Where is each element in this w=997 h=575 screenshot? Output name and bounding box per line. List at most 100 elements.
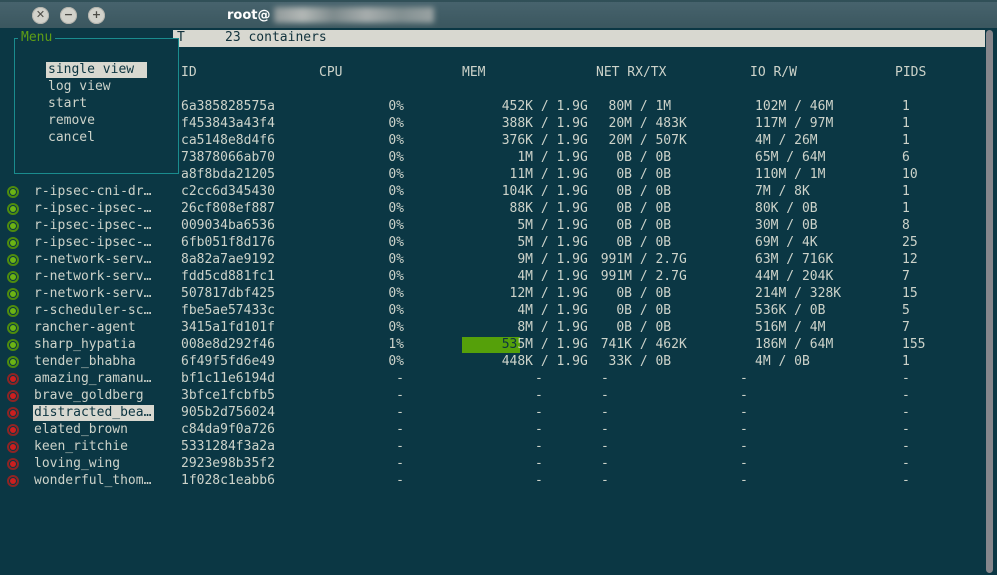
mem-value: 9M	[433, 252, 533, 268]
net-tx-value: / 462K	[632, 337, 687, 353]
net-rx-value: 0B	[532, 218, 632, 234]
net-value: -	[601, 439, 609, 455]
io-value: 117M / 97M	[755, 116, 833, 132]
net-rx-value: 991M	[532, 252, 632, 268]
cpu-value: 0%	[304, 167, 404, 183]
mem-value: -	[535, 371, 543, 387]
maximize-button[interactable]: +	[88, 7, 105, 24]
net-value: -	[601, 456, 609, 472]
net-tx-value: / 0B	[632, 201, 671, 217]
container-id: fbe5ae57433c	[181, 303, 275, 319]
io-value: -	[740, 456, 748, 472]
pids-value: 8	[902, 218, 910, 234]
container-name: r-ipsec-ipsec-…	[34, 235, 151, 251]
terminal-window: ✕ − + root@ T 23 containers ID CPU MEM N…	[0, 0, 997, 575]
container-id: 3bfce1fcbfb5	[181, 388, 275, 404]
table-row[interactable]: r-ipsec-ipsec-…009034ba65360%5M / 1.9G0B…	[0, 218, 997, 235]
cpu-value: 0%	[304, 201, 404, 217]
io-value: 186M / 64M	[755, 337, 833, 353]
table-row[interactable]: loving_wing2923e98b35f2-----	[0, 456, 997, 473]
container-name: r-scheduler-sc…	[34, 303, 151, 319]
mem-value: 376K	[433, 133, 533, 149]
table-row[interactable]: r-ipsec-ipsec-…26cf808ef8870%88K / 1.9G0…	[0, 201, 997, 218]
io-value: 536K / 0B	[755, 303, 825, 319]
net-tx-value: / 0B	[632, 167, 671, 183]
table-row[interactable]: elated_brownc84da9f0a726-----	[0, 422, 997, 439]
net-rx-value: 0B	[532, 303, 632, 319]
window-title-text: root@	[227, 8, 271, 23]
mem-value: 104K	[433, 184, 533, 200]
net-rx-value: 20M	[532, 116, 632, 132]
status-icon-stopped	[7, 390, 19, 402]
pids-value: 1	[902, 354, 910, 370]
menu-item-start[interactable]: start	[48, 96, 87, 112]
container-name: amazing_ramanu…	[34, 371, 151, 387]
scrollbar[interactable]	[986, 30, 993, 573]
redacted-hostname	[274, 7, 434, 23]
pids-value: -	[902, 371, 910, 387]
table-row[interactable]: distracted_bea…905b2d756024-----	[0, 405, 997, 422]
table-row[interactable]: rancher-agent3415a1fd101f0%8M / 1.9G0B /…	[0, 320, 997, 337]
table-row[interactable]: r-network-serv…8a82a7ae91920%9M / 1.9G99…	[0, 252, 997, 269]
status-icon-running	[7, 322, 19, 334]
mem-value: 388K	[433, 116, 533, 132]
table-row[interactable]: sharp_hypatia008e8d292f461%535M / 1.9G74…	[0, 337, 997, 354]
menu-item-single-view[interactable]: single view	[46, 62, 147, 78]
pids-value: 5	[902, 303, 910, 319]
status-icon-running	[7, 271, 19, 283]
status-icon-running	[7, 186, 19, 198]
cpu-value: 0%	[304, 150, 404, 166]
table-row[interactable]: r-scheduler-sc…fbe5ae57433c0%4M / 1.9G0B…	[0, 303, 997, 320]
io-value: 102M / 46M	[755, 99, 833, 115]
net-rx-value: 20M	[532, 133, 632, 149]
net-rx-value: 0B	[532, 167, 632, 183]
cpu-value: 0%	[304, 218, 404, 234]
table-row[interactable]: r-network-serv…fdd5cd881fc10%4M / 1.9G99…	[0, 269, 997, 286]
mem-value: 88K	[433, 201, 533, 217]
net-tx-value: / 0B	[632, 320, 671, 336]
io-value: 44M / 204K	[755, 269, 833, 285]
container-id: 6f49f5fd6e49	[181, 354, 275, 370]
container-id: bf1c11e6194d	[181, 371, 275, 387]
table-row[interactable]: keen_ritchie5331284f3a2a-----	[0, 439, 997, 456]
table-row[interactable]: r-ipsec-cni-dr…c2cc6d3454300%104K / 1.9G…	[0, 184, 997, 201]
container-name: distracted_bea…	[33, 405, 154, 421]
cpu-value: 0%	[304, 235, 404, 251]
container-id: c2cc6d345430	[181, 184, 275, 200]
window-title: root@	[227, 7, 434, 23]
status-icon-stopped	[7, 441, 19, 453]
net-tx-value: / 483K	[632, 116, 687, 132]
cpu-value: -	[304, 456, 404, 472]
container-id: 5331284f3a2a	[181, 439, 275, 455]
container-id: 6fb051f8d176	[181, 235, 275, 251]
io-value: 65M / 64M	[755, 150, 825, 166]
net-rx-value: 0B	[532, 184, 632, 200]
table-row[interactable]: r-ipsec-ipsec-…6fb051f8d1760%5M / 1.9G0B…	[0, 235, 997, 252]
table-row[interactable]: tender_bhabha6f49f5fd6e490%448K / 1.9G33…	[0, 354, 997, 371]
net-tx-value: / 0B	[632, 235, 671, 251]
pids-value: 15	[902, 286, 918, 302]
io-value: 30M / 0B	[755, 218, 818, 234]
mem-value: 535M	[433, 337, 533, 353]
container-id: c84da9f0a726	[181, 422, 275, 438]
status-icon-stopped	[7, 475, 19, 487]
net-rx-value: 0B	[532, 286, 632, 302]
close-button[interactable]: ✕	[32, 7, 49, 24]
net-tx-value: / 507K	[632, 133, 687, 149]
table-row[interactable]: r-network-serv…507817dbf4250%12M / 1.9G0…	[0, 286, 997, 303]
net-tx-value: / 0B	[632, 286, 671, 302]
cpu-value: 0%	[304, 303, 404, 319]
table-row[interactable]: wonderful_thom…1f028c1eabb6-----	[0, 473, 997, 490]
status-icon-running	[7, 237, 19, 249]
menu-item-cancel[interactable]: cancel	[48, 130, 95, 146]
menu-title: Menu	[18, 30, 55, 46]
table-row[interactable]: brave_goldberg3bfce1fcbfb5-----	[0, 388, 997, 405]
menu-item-log-view[interactable]: log view	[48, 79, 111, 95]
table-row[interactable]: amazing_ramanu…bf1c11e6194d-----	[0, 371, 997, 388]
net-tx-value: / 0B	[632, 184, 671, 200]
net-value: -	[601, 371, 609, 387]
pids-value: 7	[902, 269, 910, 285]
menu-item-remove[interactable]: remove	[48, 113, 95, 129]
container-id: 8a82a7ae9192	[181, 252, 275, 268]
minimize-button[interactable]: −	[60, 7, 77, 24]
